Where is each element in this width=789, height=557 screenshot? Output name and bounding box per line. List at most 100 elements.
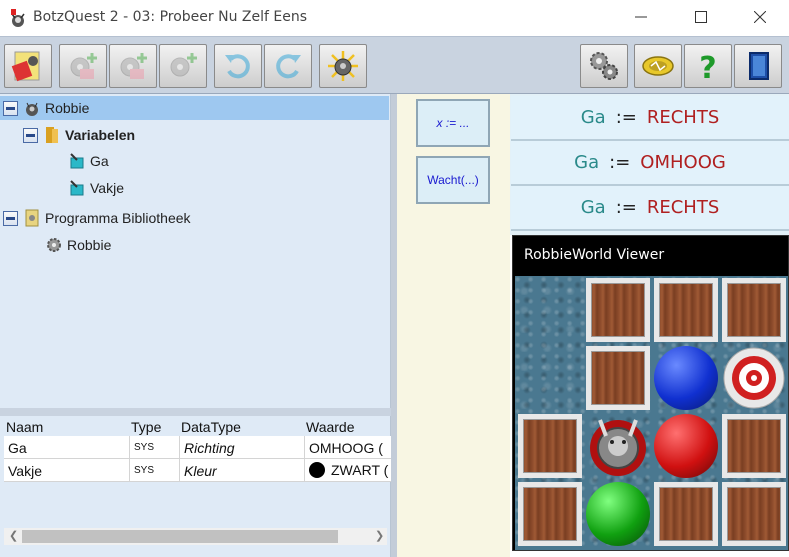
- program-statement[interactable]: Ga := RECHTS: [511, 186, 789, 231]
- exit-button[interactable]: [734, 44, 782, 88]
- cell-type: SYS: [134, 442, 155, 453]
- minimize-button[interactable]: [618, 0, 664, 34]
- robbie-robot-icon: [586, 414, 650, 478]
- close-button[interactable]: [737, 0, 783, 34]
- collapse-toggle[interactable]: [3, 100, 18, 116]
- program-editor: Ga := RECHTS Ga := OMHOOG Ga := RECHTS: [510, 94, 789, 235]
- maximize-button[interactable]: [678, 0, 724, 34]
- cell-type: SYS: [134, 465, 155, 476]
- redo-button[interactable]: [264, 44, 312, 88]
- target-icon: [722, 346, 786, 410]
- horizontal-splitter[interactable]: [0, 408, 391, 416]
- cell-datatype: Kleur: [184, 463, 217, 479]
- crate-tile: [586, 346, 650, 410]
- undo-button[interactable]: [214, 44, 262, 88]
- statement-operator: :=: [609, 152, 631, 173]
- horizontal-scrollbar[interactable]: ❮ ❯: [4, 528, 387, 545]
- viewer-title: RobbieWorld Viewer: [524, 247, 665, 263]
- statement-variable: Ga: [574, 152, 600, 173]
- statement-operator: :=: [615, 107, 637, 128]
- column-header-naam[interactable]: Naam: [6, 419, 43, 435]
- app-window: BotzQuest 2 - 03: Probeer Nu Zelf Eens ?…: [0, 0, 789, 557]
- cell-value-text: ZWART (: [331, 462, 389, 478]
- gear-icon: [45, 236, 63, 254]
- scroll-left-icon[interactable]: ❮: [9, 529, 18, 542]
- tree-item-variable-ga[interactable]: Ga: [68, 149, 109, 173]
- tree-item-variabelen[interactable]: Variabelen: [23, 123, 135, 147]
- add-gear-icon: [120, 53, 147, 79]
- help-button[interactable]: ?: [684, 44, 732, 88]
- robot-icon: [23, 99, 41, 117]
- column-header-datatype[interactable]: DataType: [181, 419, 241, 435]
- redo-icon: [276, 54, 301, 79]
- table-row[interactable]: Vakje SYS Kleur ZWART (: [4, 459, 391, 482]
- robot-card-icon: [11, 51, 40, 82]
- tree-item-label: Programma Bibliotheek: [45, 210, 191, 226]
- tree-item-robbie[interactable]: Robbie: [0, 96, 389, 120]
- program-statement[interactable]: Ga := OMHOOG: [511, 141, 789, 186]
- tree-item-variable-vakje[interactable]: Vakje: [68, 176, 124, 200]
- world-grid: [515, 276, 788, 550]
- tree-item-label: Vakje: [90, 180, 124, 196]
- wait-command-button[interactable]: Wacht(...): [416, 156, 490, 204]
- add-subprogram-button[interactable]: [159, 44, 207, 88]
- collapse-toggle[interactable]: [3, 210, 18, 226]
- window-title: BotzQuest 2 - 03: Probeer Nu Zelf Eens: [33, 9, 308, 25]
- cell-name: Ga: [8, 440, 27, 456]
- statement-value: RECHTS: [646, 107, 720, 128]
- add-program-button[interactable]: [109, 44, 157, 88]
- column-header-type[interactable]: Type: [131, 419, 161, 435]
- tree-item-program-robbie[interactable]: Robbie: [45, 233, 111, 257]
- assign-command-label: x := ...: [436, 116, 470, 130]
- crate-tile: [586, 278, 650, 342]
- crate-tile: [654, 482, 718, 546]
- object-tree: Robbie Variabelen Ga Vakje Programma Bib…: [0, 94, 391, 408]
- gears-icon: [590, 52, 618, 80]
- undo-icon: [225, 54, 250, 79]
- svg-text:?: ?: [699, 51, 716, 83]
- add-gear-icon: [70, 53, 97, 79]
- command-palette: x := ... Wacht(...): [397, 94, 510, 557]
- toolbar: ?: [0, 36, 789, 94]
- tree-item-programma-bibliotheek[interactable]: Programma Bibliotheek: [3, 206, 191, 230]
- program-statement[interactable]: Ga := RECHTS: [511, 96, 789, 141]
- crate-tile: [654, 278, 718, 342]
- run-button[interactable]: [319, 44, 367, 88]
- add-robot-button[interactable]: [59, 44, 107, 88]
- cell-name: Vakje: [8, 463, 42, 479]
- statement-value: OMHOOG: [640, 152, 726, 173]
- help-icon: ?: [699, 51, 716, 83]
- crate-tile: [518, 482, 582, 546]
- exit-door-icon: [749, 52, 769, 80]
- column-header-waarde[interactable]: Waarde: [306, 419, 355, 435]
- library-icon: [23, 209, 41, 227]
- tree-item-label: Robbie: [45, 100, 90, 116]
- variable-icon: [68, 152, 86, 170]
- crate-tile: [722, 414, 786, 478]
- settings-button[interactable]: [580, 44, 628, 88]
- robot-card-button[interactable]: [4, 44, 52, 88]
- table-header: Naam Type DataType Waarde: [0, 418, 391, 436]
- collapse-toggle[interactable]: [23, 127, 38, 143]
- tree-item-label: Ga: [90, 153, 109, 169]
- wait-command-label: Wacht(...): [427, 173, 479, 187]
- crate-tile: [518, 414, 582, 478]
- maximize-icon: [695, 11, 707, 23]
- crate-tile: [722, 278, 786, 342]
- statement-operator: :=: [615, 197, 637, 218]
- table-row[interactable]: Ga SYS Richting OMHOOG (: [4, 436, 391, 459]
- statement-variable: Ga: [580, 107, 606, 128]
- minimize-icon: [635, 16, 647, 18]
- robbieworld-viewer: RobbieWorld Viewer: [512, 235, 789, 551]
- blue-ball: [654, 346, 718, 410]
- variable-icon: [68, 179, 86, 197]
- assign-command-button[interactable]: x := ...: [416, 99, 490, 147]
- tree-item-label: Robbie: [67, 237, 112, 253]
- cell-value: OMHOOG (: [309, 440, 383, 456]
- scroll-right-icon[interactable]: ❯: [375, 529, 384, 542]
- scrollbar-thumb[interactable]: [22, 530, 338, 543]
- app-robot-icon: [9, 8, 27, 28]
- green-ball: [586, 482, 650, 546]
- coin-icon: [642, 56, 674, 76]
- credits-button[interactable]: [634, 44, 682, 88]
